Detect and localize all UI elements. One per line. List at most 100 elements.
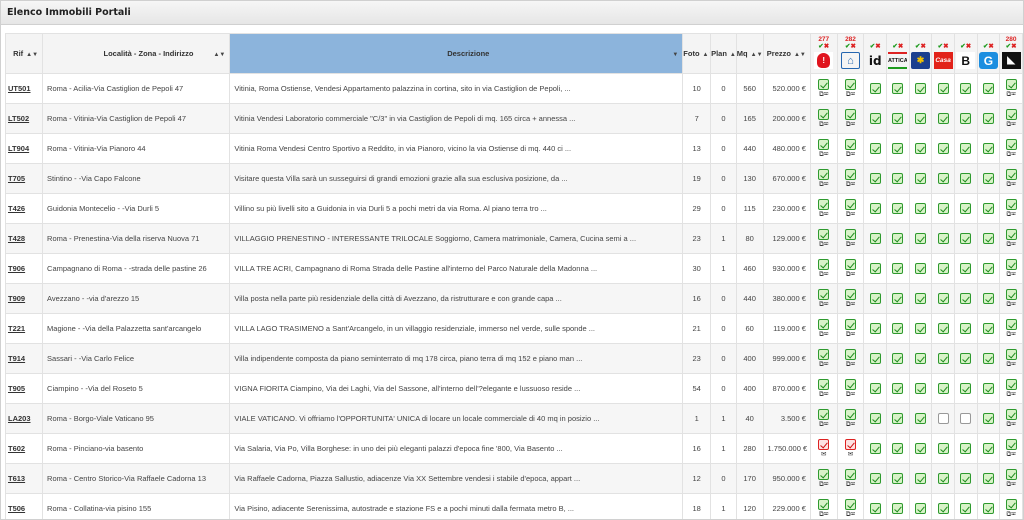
publish-checkbox[interactable] (914, 443, 926, 454)
publish-checkbox[interactable] (960, 503, 972, 514)
publish-checkbox[interactable] (869, 263, 881, 274)
mail-icon[interactable]: ✉ (851, 271, 856, 278)
publish-checkbox[interactable] (869, 473, 881, 484)
publish-checkbox[interactable] (982, 233, 994, 244)
publish-checkbox[interactable] (1005, 169, 1017, 180)
publish-checkbox[interactable] (1005, 109, 1017, 120)
publish-checkbox[interactable] (914, 413, 926, 424)
cell-rif[interactable]: T426 (4, 193, 44, 224)
publish-checkbox[interactable] (960, 323, 972, 334)
rif-link[interactable]: T221 (8, 324, 25, 333)
cell-rif[interactable]: T613 (4, 463, 44, 494)
cell-rif[interactable]: LA203 (4, 403, 44, 434)
idealista-logo-icon[interactable]: id (866, 52, 885, 69)
casa-logo-icon[interactable]: ⌂ (841, 52, 860, 69)
publish-checkbox[interactable] (960, 413, 972, 424)
table-row[interactable]: T221 Magione - -Via della Palazzetta sant… (4, 313, 1023, 344)
mail-icon[interactable]: ✉ (824, 481, 829, 488)
cell-rif[interactable]: LT502 (4, 103, 44, 134)
mail-icon[interactable]: ✉ (824, 151, 829, 158)
mail-icon[interactable]: ✉ (1011, 451, 1016, 458)
corner-logo-icon[interactable]: ◣ (1001, 52, 1021, 69)
publish-checkbox[interactable] (914, 473, 926, 484)
publish-checkbox[interactable] (845, 199, 856, 210)
mail-icon[interactable]: ✉ (1011, 301, 1016, 308)
rif-link[interactable]: T914 (8, 354, 25, 363)
publish-checkbox[interactable] (937, 353, 949, 364)
publish-checkbox[interactable] (914, 113, 926, 124)
publish-checkbox[interactable] (937, 83, 949, 94)
publish-checkbox[interactable] (982, 353, 994, 364)
publish-checkbox[interactable] (818, 439, 830, 450)
publish-checkbox[interactable] (1005, 79, 1017, 90)
publish-checkbox[interactable] (869, 173, 881, 184)
publish-checkbox[interactable] (960, 473, 972, 484)
publish-checkbox[interactable] (937, 203, 949, 214)
mail-icon[interactable]: ✉ (824, 421, 829, 428)
publish-checkbox[interactable] (1005, 139, 1017, 150)
mail-icon[interactable]: ✉ (1011, 181, 1016, 188)
publish-checkbox[interactable] (869, 233, 881, 244)
mail-icon[interactable]: ✉ (851, 181, 856, 188)
publish-checkbox[interactable] (937, 503, 949, 514)
mail-icon[interactable]: ✉ (851, 391, 856, 398)
publish-checkbox[interactable] (982, 263, 994, 274)
mail-icon[interactable]: ✉ (851, 511, 856, 518)
b-logo-icon[interactable]: B (956, 52, 976, 69)
ko-cross-icon[interactable]: ✖ (920, 43, 925, 50)
publish-checkbox[interactable] (914, 143, 926, 154)
publish-checkbox[interactable] (937, 443, 949, 454)
publish-checkbox[interactable] (960, 173, 972, 184)
publish-checkbox[interactable] (937, 143, 949, 154)
publish-checkbox[interactable] (982, 383, 994, 394)
col-mq[interactable]: Mq ▲▼ (735, 33, 764, 74)
publish-checkbox[interactable] (818, 79, 830, 90)
publish-checkbox[interactable] (818, 139, 830, 150)
mail-icon[interactable]: ✉ (1011, 421, 1016, 428)
col-rif[interactable]: Rif ▲▼ (4, 33, 44, 74)
publish-checkbox[interactable] (982, 443, 994, 454)
publish-checkbox[interactable] (892, 353, 904, 364)
rif-link[interactable]: T905 (8, 384, 25, 393)
table-row[interactable]: T602 Roma - Pinciano-via basento Via Salar… (4, 433, 1023, 464)
publish-checkbox[interactable] (845, 109, 856, 120)
publish-checkbox[interactable] (818, 379, 830, 390)
publish-checkbox[interactable] (869, 353, 881, 364)
publish-checkbox[interactable] (845, 409, 856, 420)
publish-checkbox[interactable] (982, 203, 994, 214)
publish-checkbox[interactable] (960, 113, 972, 124)
publish-checkbox[interactable] (914, 293, 926, 304)
rif-link[interactable]: LT502 (8, 114, 29, 123)
publish-checkbox[interactable] (892, 263, 904, 274)
cell-rif[interactable]: T602 (4, 433, 44, 464)
mail-icon[interactable]: ✉ (1011, 511, 1016, 518)
table-row[interactable]: T613 Roma - Centro Storico-Via Raffaele C… (4, 463, 1023, 494)
publish-checkbox[interactable] (1005, 319, 1017, 330)
publish-checkbox[interactable] (1005, 229, 1017, 240)
publish-checkbox[interactable] (869, 503, 881, 514)
mail-icon[interactable]: ✉ (851, 151, 856, 158)
publish-checkbox[interactable] (845, 289, 856, 300)
table-row[interactable]: T914 Sassari - -Via Carlo Felice Villa ind… (4, 343, 1023, 374)
publish-checkbox[interactable] (818, 469, 830, 480)
portal-status-marks[interactable]: ✔✖ (1006, 43, 1017, 51)
publish-checkbox[interactable] (960, 353, 972, 364)
publish-checkbox[interactable] (845, 79, 856, 90)
publish-checkbox[interactable] (1005, 409, 1017, 420)
publish-checkbox[interactable] (845, 259, 856, 270)
cell-rif[interactable]: T506 (4, 493, 44, 519)
publish-checkbox[interactable] (818, 229, 830, 240)
rif-link[interactable]: T906 (8, 264, 25, 273)
mail-icon[interactable]: ✉ (1011, 91, 1016, 98)
table-row[interactable]: LT502 Roma - Vitinia-Via Castiglion de Pe… (4, 103, 1023, 134)
ko-cross-icon[interactable]: ✖ (988, 43, 993, 50)
publish-checkbox[interactable] (869, 323, 881, 334)
publish-checkbox[interactable] (982, 413, 994, 424)
cell-rif[interactable]: T909 (4, 283, 44, 314)
table-row[interactable]: LA203 Roma - Borgo-Viale Vaticano 95 VIALE… (4, 403, 1023, 434)
publish-checkbox[interactable] (914, 383, 926, 394)
mail-icon[interactable]: ✉ (851, 481, 856, 488)
publish-checkbox[interactable] (1005, 259, 1017, 270)
mail-icon[interactable]: ✉ (824, 331, 829, 338)
col-plan[interactable]: Plan▲▼ (710, 33, 737, 74)
